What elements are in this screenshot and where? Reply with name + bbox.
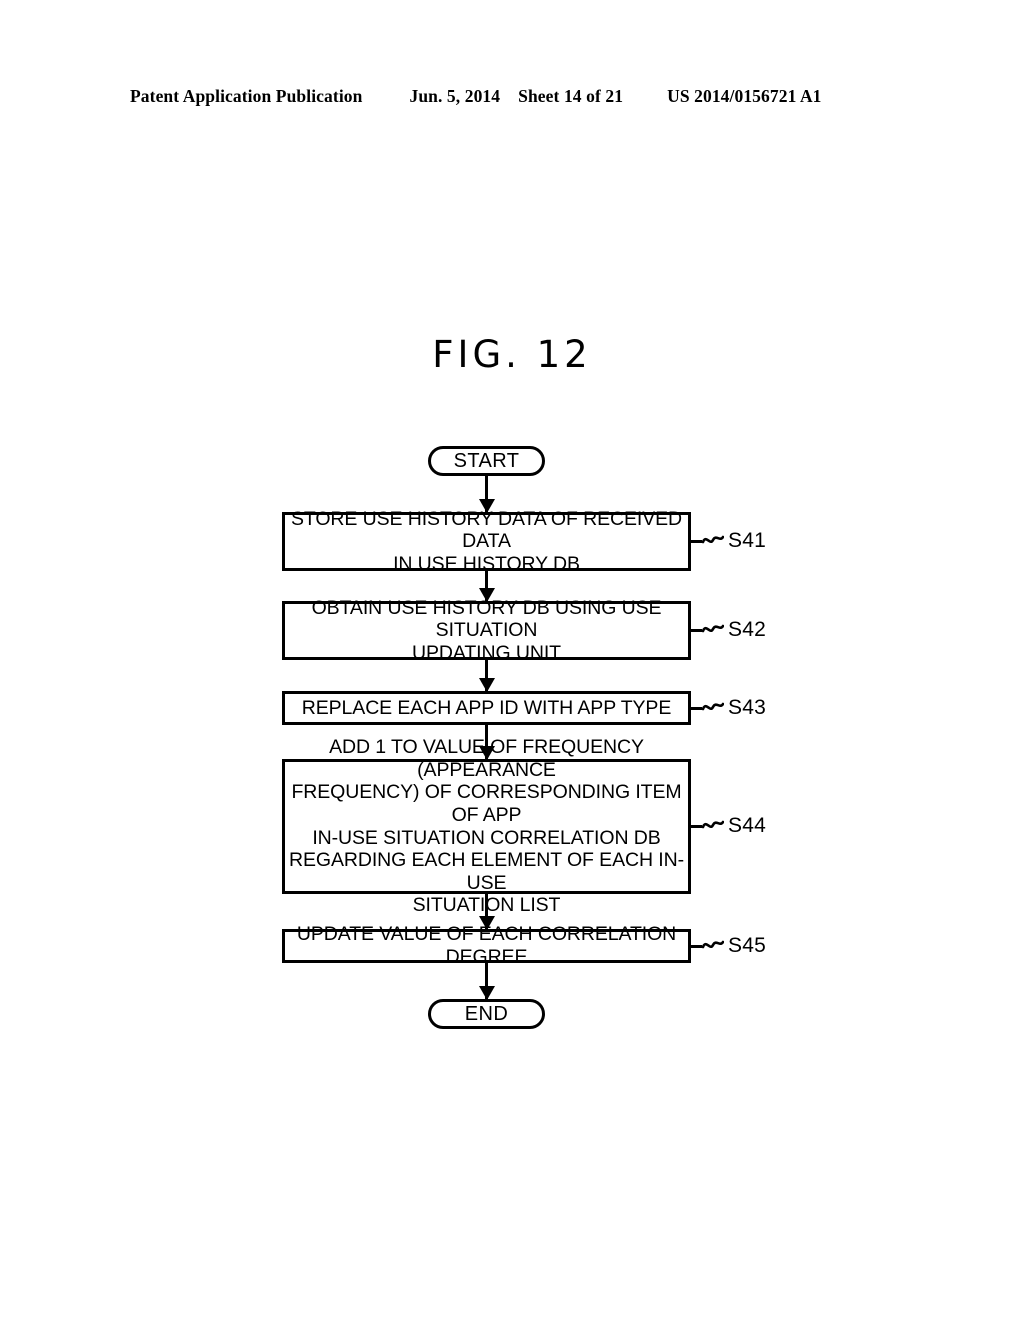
tilde-connector-icon [702,818,724,832]
flowchart-end-terminal: END [428,999,545,1029]
step-label-s44-text: S44 [728,814,766,837]
flowchart-step-s45: UPDATE VALUE OF EACH CORRELATION DEGREE [282,923,691,968]
tilde-connector-icon [702,622,724,636]
step-label-s43: S43 [691,695,766,721]
flowchart-step-s42: OBTAIN USE HISTORY DB USING USE SITUATIO… [282,597,691,664]
step-label-s41-text: S41 [728,529,766,552]
tilde-connector-icon [702,938,724,952]
callout-stub-icon [691,539,702,543]
step-label-s42-text: S42 [728,618,766,641]
step-label-s45-text: S45 [728,934,766,957]
callout-stub-icon [691,944,702,948]
flowchart-step-s41: STORE USE HISTORY DATA OF RECEIVED DATA … [282,508,691,575]
start-terminal-label: START [453,449,520,472]
flowchart-step-s43: REPLACE EACH APP ID WITH APP TYPE [282,691,691,725]
connector-arrow-s42-to-s43 [485,660,488,691]
step-s42-text: OBTAIN USE HISTORY DB USING USE SITUATIO… [311,596,662,664]
flowchart-start-terminal: START [428,446,545,476]
flowchart-diagram: START STORE USE HISTORY DATA OF RECEIVED… [0,0,1024,1320]
step-label-s41: S41 [691,528,766,554]
step-label-s43-text: S43 [728,696,766,719]
tilde-connector-icon [702,533,724,547]
flowchart-step-s44: ADD 1 TO VALUE OF FREQUENCY (APPEARANCE … [282,736,691,916]
callout-stub-icon [691,824,702,828]
callout-stub-icon [691,628,702,632]
step-s44-text: ADD 1 TO VALUE OF FREQUENCY (APPEARANCE … [289,736,684,917]
callout-stub-icon [691,706,702,710]
step-label-s44: S44 [691,813,766,839]
connector-arrow-s45-to-end [485,963,488,999]
step-s45-text: UPDATE VALUE OF EACH CORRELATION DEGREE [296,923,677,968]
tilde-connector-icon [702,700,724,714]
end-terminal-label: END [464,1002,509,1025]
step-label-s45: S45 [691,933,766,959]
step-s41-text: STORE USE HISTORY DATA OF RECEIVED DATA … [290,507,683,575]
connector-arrow-start-to-s41 [485,476,488,512]
step-s43-text: REPLACE EACH APP ID WITH APP TYPE [301,696,672,719]
step-label-s42: S42 [691,617,766,643]
